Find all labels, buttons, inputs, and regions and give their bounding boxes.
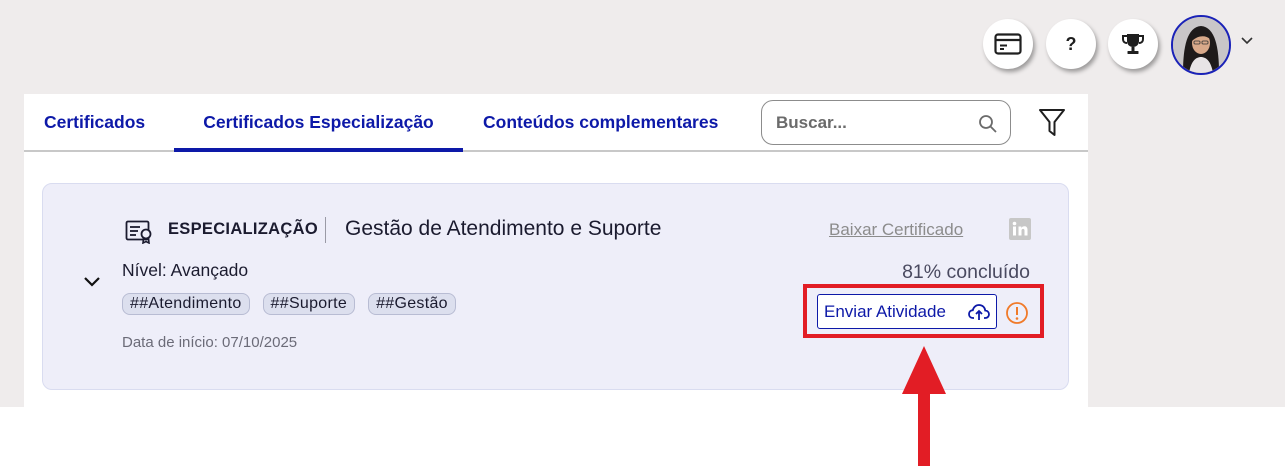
course-type-label: ESPECIALIZAÇÃO — [168, 220, 318, 238]
payment-card-button[interactable] — [983, 19, 1033, 69]
tab-conteudos-complementares[interactable]: Conteúdos complementares — [463, 94, 763, 152]
course-level: Nível: Avançado — [122, 260, 249, 280]
progress-text: 81% concluído — [902, 261, 1030, 283]
search-icon[interactable] — [978, 114, 998, 134]
trophy-icon — [1122, 34, 1144, 54]
tag-list: ##Atendimento ##Suporte ##Gestão — [122, 293, 456, 315]
course-title: Gestão de Atendimento e Suporte — [345, 217, 662, 240]
help-icon: ? — [1065, 33, 1077, 54]
tag-atendimento[interactable]: ##Atendimento — [122, 293, 250, 315]
search-input[interactable] — [776, 112, 966, 133]
search-box — [761, 100, 1011, 145]
chevron-down-icon[interactable] — [1240, 36, 1254, 46]
user-avatar[interactable] — [1171, 15, 1231, 75]
highlight-box — [803, 284, 1044, 338]
expand-chevron-icon[interactable] — [83, 276, 101, 288]
tag-gestao[interactable]: ##Gestão — [368, 293, 456, 315]
title-divider — [325, 217, 326, 243]
tab-bar: Certificados Certificados Especialização… — [24, 94, 1088, 152]
avatar-photo — [1173, 17, 1229, 73]
linkedin-icon[interactable] — [1009, 218, 1031, 240]
tab-certificados-especializacao[interactable]: Certificados Especialização — [174, 94, 463, 152]
certificate-icon — [125, 220, 152, 244]
start-date: Data de início: 07/10/2025 — [122, 334, 298, 351]
tab-certificados[interactable]: Certificados — [24, 94, 174, 152]
tag-suporte[interactable]: ##Suporte — [262, 293, 356, 315]
annotation-arrow — [902, 346, 946, 466]
credit-card-icon — [994, 33, 1022, 55]
achievements-button[interactable] — [1108, 19, 1158, 69]
download-certificate-link[interactable]: Baixar Certificado — [829, 220, 963, 240]
help-button[interactable]: ? — [1046, 19, 1096, 69]
filter-icon[interactable] — [1038, 108, 1066, 138]
